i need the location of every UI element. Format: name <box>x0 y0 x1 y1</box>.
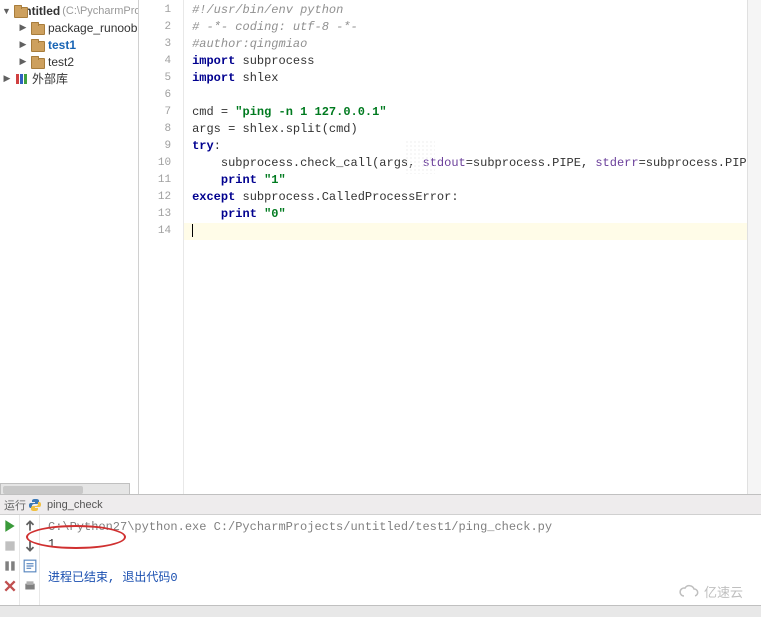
code-line: try: <box>184 138 761 155</box>
close-icon[interactable] <box>3 579 17 593</box>
soft-wrap-icon[interactable] <box>23 559 37 573</box>
status-bar-icon[interactable] <box>2 607 18 617</box>
status-bar <box>0 605 761 617</box>
chevron-right-icon[interactable]: ▶ <box>18 22 28 33</box>
line-number-gutter: 1 2 3 4 5 6 7 8 9 10 11 12 13 14 <box>139 0 184 494</box>
code-line: import subprocess <box>184 53 761 70</box>
folder-icon <box>31 39 45 51</box>
project-tree: ▼ untitled (C:\PycharmProject ▶ package_… <box>0 0 139 494</box>
console-output-line: 1 <box>48 536 753 553</box>
code-line: print "0" <box>184 206 761 223</box>
run-header-label: 运行 <box>4 497 26 513</box>
console-command-line: C:\Python27\python.exe C:/PycharmProject… <box>48 519 753 536</box>
tree-item-package-runoob[interactable]: ▶ package_runoob <box>0 19 138 36</box>
code-line: #author:qingmiao <box>184 36 761 53</box>
code-editor[interactable]: 1 2 3 4 5 6 7 8 9 10 11 12 13 14 #!/usr/… <box>139 0 761 494</box>
run-toolbar-secondary <box>20 515 40 605</box>
run-tool-window-header: 运行 ping_check <box>0 495 761 515</box>
chevron-right-icon[interactable]: ▶ <box>18 39 28 50</box>
code-line: subprocess.check_call(args, stdout=subpr… <box>184 155 761 172</box>
rerun-icon[interactable] <box>3 519 17 533</box>
tree-item-label: test2 <box>48 55 74 69</box>
tree-item-label: test1 <box>48 38 76 52</box>
editor-vertical-scrollbar[interactable] <box>747 0 761 494</box>
run-toolbar-primary <box>0 515 20 605</box>
stop-icon[interactable] <box>3 539 17 553</box>
main-split: ▼ untitled (C:\PycharmProject ▶ package_… <box>0 0 761 495</box>
tree-external-libraries[interactable]: ▶ 外部库 <box>0 70 138 87</box>
tree-root-hint: (C:\PycharmProject <box>62 5 139 17</box>
folder-icon <box>31 22 45 34</box>
code-line: cmd = "ping -n 1 127.0.0.1" <box>184 104 761 121</box>
code-line-current <box>184 223 761 240</box>
code-text-area[interactable]: #!/usr/bin/env python # -*- coding: utf-… <box>184 0 761 494</box>
code-line: except subprocess.CalledProcessError: <box>184 189 761 206</box>
tree-horizontal-scrollbar[interactable] <box>0 483 130 495</box>
console-exit-line: 进程已结束, 退出代码0 <box>48 570 753 587</box>
code-line: print "1" <box>184 172 761 189</box>
library-icon <box>15 73 29 85</box>
chevron-right-icon[interactable]: ▶ <box>18 56 28 67</box>
tree-ext-lib-label: 外部库 <box>32 70 68 87</box>
scroll-down-icon[interactable] <box>23 539 37 553</box>
code-line <box>184 87 761 104</box>
tree-root[interactable]: ▼ untitled (C:\PycharmProject <box>0 2 138 19</box>
scroll-up-icon[interactable] <box>23 519 37 533</box>
text-cursor <box>192 224 193 237</box>
run-tab-name[interactable]: ping_check <box>47 499 103 511</box>
folder-icon <box>31 56 45 68</box>
chevron-right-icon[interactable]: ▶ <box>2 73 12 84</box>
code-line: # -*- coding: utf-8 -*- <box>184 19 761 36</box>
python-file-icon <box>28 498 42 512</box>
chevron-down-icon[interactable]: ▼ <box>2 6 11 16</box>
code-line: args = shlex.split(cmd) <box>184 121 761 138</box>
tree-item-test2[interactable]: ▶ test2 <box>0 53 138 70</box>
tree-item-label: package_runoob <box>48 21 137 35</box>
print-icon[interactable] <box>23 579 37 593</box>
code-line: import shlex <box>184 70 761 87</box>
console-output[interactable]: C:\Python27\python.exe C:/PycharmProject… <box>40 515 761 605</box>
code-line: #!/usr/bin/env python <box>184 2 761 19</box>
pause-icon[interactable] <box>3 559 17 573</box>
tree-item-test1[interactable]: ▶ test1 <box>0 36 138 53</box>
console-blank-line <box>48 553 753 570</box>
run-tool-window: C:\Python27\python.exe C:/PycharmProject… <box>0 515 761 605</box>
